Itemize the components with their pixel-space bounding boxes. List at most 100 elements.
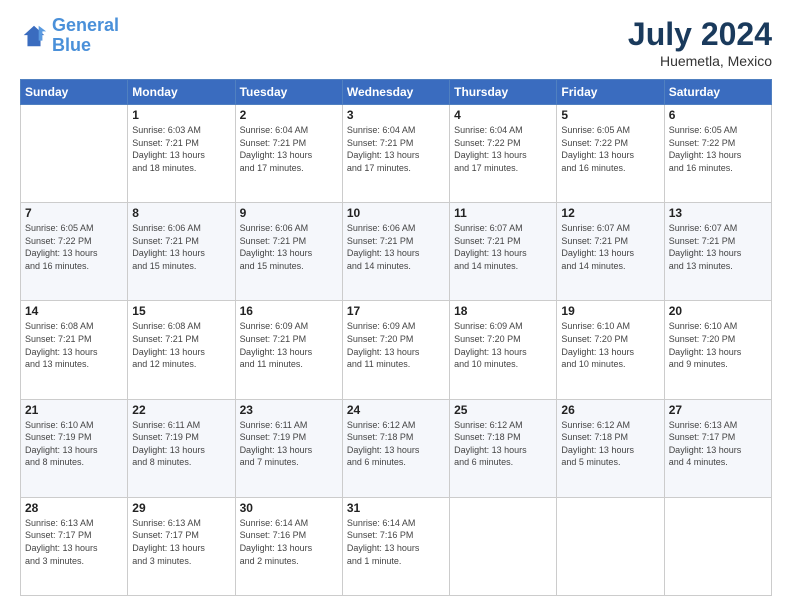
day-info: Sunrise: 6:09 AM Sunset: 7:21 PM Dayligh… (240, 320, 338, 370)
day-number: 30 (240, 501, 338, 515)
day-info: Sunrise: 6:06 AM Sunset: 7:21 PM Dayligh… (347, 222, 445, 272)
weekday-header-sunday: Sunday (21, 80, 128, 105)
day-number: 12 (561, 206, 659, 220)
day-info: Sunrise: 6:04 AM Sunset: 7:22 PM Dayligh… (454, 124, 552, 174)
day-number: 27 (669, 403, 767, 417)
day-info: Sunrise: 6:04 AM Sunset: 7:21 PM Dayligh… (240, 124, 338, 174)
calendar-cell: 13 Sunrise: 6:07 AM Sunset: 7:21 PM Dayli… (664, 203, 771, 301)
day-info: Sunrise: 6:06 AM Sunset: 7:21 PM Dayligh… (240, 222, 338, 272)
weekday-header-monday: Monday (128, 80, 235, 105)
calendar-cell: 19Sunrise: 6:10 AM Sunset: 7:20 PM Dayli… (557, 301, 664, 399)
calendar-cell: 1 Sunrise: 6:03 AM Sunset: 7:21 PM Daylig… (128, 105, 235, 203)
day-number: 6 (669, 108, 767, 122)
calendar-cell (21, 105, 128, 203)
calendar-cell (664, 497, 771, 595)
day-number: 13 (669, 206, 767, 220)
day-number: 11 (454, 206, 552, 220)
weekday-header-thursday: Thursday (450, 80, 557, 105)
day-info: Sunrise: 6:14 AM Sunset: 7:16 PM Dayligh… (347, 517, 445, 567)
day-number: 26 (561, 403, 659, 417)
calendar-cell: 9 Sunrise: 6:06 AM Sunset: 7:21 PM Daylig… (235, 203, 342, 301)
month-year: July 2024 (628, 16, 772, 53)
day-number: 7 (25, 206, 123, 220)
day-number: 9 (240, 206, 338, 220)
calendar-cell: 8Sunrise: 6:06 AM Sunset: 7:21 PM Daylig… (128, 203, 235, 301)
day-info: Sunrise: 6:08 AM Sunset: 7:21 PM Dayligh… (25, 320, 123, 370)
day-info: Sunrise: 6:13 AM Sunset: 7:17 PM Dayligh… (25, 517, 123, 567)
day-info: Sunrise: 6:08 AM Sunset: 7:21 PM Dayligh… (132, 320, 230, 370)
day-info: Sunrise: 6:13 AM Sunset: 7:17 PM Dayligh… (132, 517, 230, 567)
day-info: Sunrise: 6:13 AM Sunset: 7:17 PM Dayligh… (669, 419, 767, 469)
calendar-cell: 25 Sunrise: 6:12 AM Sunset: 7:18 PM Dayli… (450, 399, 557, 497)
day-number: 21 (25, 403, 123, 417)
calendar-cell: 6 Sunrise: 6:05 AM Sunset: 7:22 PM Daylig… (664, 105, 771, 203)
day-info: Sunrise: 6:07 AM Sunset: 7:21 PM Dayligh… (561, 222, 659, 272)
day-number: 15 (132, 304, 230, 318)
day-info: Sunrise: 6:05 AM Sunset: 7:22 PM Dayligh… (561, 124, 659, 174)
calendar-cell (557, 497, 664, 595)
day-number: 16 (240, 304, 338, 318)
calendar-cell: 22 Sunrise: 6:11 AM Sunset: 7:19 PM Dayli… (128, 399, 235, 497)
day-info: Sunrise: 6:12 AM Sunset: 7:18 PM Dayligh… (454, 419, 552, 469)
day-number: 4 (454, 108, 552, 122)
day-info: Sunrise: 6:12 AM Sunset: 7:18 PM Dayligh… (561, 419, 659, 469)
day-number: 25 (454, 403, 552, 417)
day-number: 24 (347, 403, 445, 417)
calendar-cell: 29 Sunrise: 6:13 AM Sunset: 7:17 PM Dayli… (128, 497, 235, 595)
day-info: Sunrise: 6:04 AM Sunset: 7:21 PM Dayligh… (347, 124, 445, 174)
day-number: 19 (561, 304, 659, 318)
calendar-week-row: 14 Sunrise: 6:08 AM Sunset: 7:21 PM Dayli… (21, 301, 772, 399)
day-info: Sunrise: 6:03 AM Sunset: 7:21 PM Dayligh… (132, 124, 230, 174)
calendar-cell: 21 Sunrise: 6:10 AM Sunset: 7:19 PM Dayli… (21, 399, 128, 497)
calendar-week-row: 21 Sunrise: 6:10 AM Sunset: 7:19 PM Dayli… (21, 399, 772, 497)
day-info: Sunrise: 6:05 AM Sunset: 7:22 PM Dayligh… (669, 124, 767, 174)
calendar-cell: 10 Sunrise: 6:06 AM Sunset: 7:21 PM Dayli… (342, 203, 449, 301)
day-number: 5 (561, 108, 659, 122)
day-number: 31 (347, 501, 445, 515)
day-info: Sunrise: 6:09 AM Sunset: 7:20 PM Dayligh… (347, 320, 445, 370)
calendar-cell: 15 Sunrise: 6:08 AM Sunset: 7:21 PM Dayli… (128, 301, 235, 399)
day-number: 18 (454, 304, 552, 318)
logo-text: General Blue (52, 16, 119, 56)
day-info: Sunrise: 6:11 AM Sunset: 7:19 PM Dayligh… (132, 419, 230, 469)
day-info: Sunrise: 6:10 AM Sunset: 7:20 PM Dayligh… (669, 320, 767, 370)
calendar-cell: 16 Sunrise: 6:09 AM Sunset: 7:21 PM Dayli… (235, 301, 342, 399)
day-info: Sunrise: 6:05 AM Sunset: 7:22 PM Dayligh… (25, 222, 123, 272)
calendar-cell: 31 Sunrise: 6:14 AM Sunset: 7:16 PM Dayli… (342, 497, 449, 595)
day-info: Sunrise: 6:10 AM Sunset: 7:19 PM Dayligh… (25, 419, 123, 469)
calendar-cell: 17Sunrise: 6:09 AM Sunset: 7:20 PM Dayli… (342, 301, 449, 399)
day-number: 2 (240, 108, 338, 122)
day-number: 23 (240, 403, 338, 417)
calendar-cell: 24 Sunrise: 6:12 AM Sunset: 7:18 PM Dayli… (342, 399, 449, 497)
weekday-header-tuesday: Tuesday (235, 80, 342, 105)
title-block: July 2024 Huemetla, Mexico (628, 16, 772, 69)
calendar-cell: 27 Sunrise: 6:13 AM Sunset: 7:17 PM Dayli… (664, 399, 771, 497)
calendar-cell: 18 Sunrise: 6:09 AM Sunset: 7:20 PM Dayli… (450, 301, 557, 399)
page: General Blue July 2024 Huemetla, Mexico … (0, 0, 792, 612)
calendar-cell: 5 Sunrise: 6:05 AM Sunset: 7:22 PM Daylig… (557, 105, 664, 203)
calendar-cell: 11Sunrise: 6:07 AM Sunset: 7:21 PM Dayli… (450, 203, 557, 301)
day-info: Sunrise: 6:09 AM Sunset: 7:20 PM Dayligh… (454, 320, 552, 370)
calendar-week-row: 7 Sunrise: 6:05 AM Sunset: 7:22 PM Daylig… (21, 203, 772, 301)
day-info: Sunrise: 6:07 AM Sunset: 7:21 PM Dayligh… (669, 222, 767, 272)
calendar-cell: 3Sunrise: 6:04 AM Sunset: 7:21 PM Daylig… (342, 105, 449, 203)
day-number: 29 (132, 501, 230, 515)
calendar-cell: 23Sunrise: 6:11 AM Sunset: 7:19 PM Dayli… (235, 399, 342, 497)
calendar-cell: 26 Sunrise: 6:12 AM Sunset: 7:18 PM Dayli… (557, 399, 664, 497)
weekday-header-saturday: Saturday (664, 80, 771, 105)
day-info: Sunrise: 6:06 AM Sunset: 7:21 PM Dayligh… (132, 222, 230, 272)
day-number: 10 (347, 206, 445, 220)
calendar-cell: 12 Sunrise: 6:07 AM Sunset: 7:21 PM Dayli… (557, 203, 664, 301)
day-number: 22 (132, 403, 230, 417)
header: General Blue July 2024 Huemetla, Mexico (20, 16, 772, 69)
day-info: Sunrise: 6:12 AM Sunset: 7:18 PM Dayligh… (347, 419, 445, 469)
day-number: 20 (669, 304, 767, 318)
calendar-week-row: 28Sunrise: 6:13 AM Sunset: 7:17 PM Dayli… (21, 497, 772, 595)
calendar-cell: 4 Sunrise: 6:04 AM Sunset: 7:22 PM Daylig… (450, 105, 557, 203)
calendar-cell: 20 Sunrise: 6:10 AM Sunset: 7:20 PM Dayli… (664, 301, 771, 399)
calendar-week-row: 1 Sunrise: 6:03 AM Sunset: 7:21 PM Daylig… (21, 105, 772, 203)
calendar-cell: 28Sunrise: 6:13 AM Sunset: 7:17 PM Dayli… (21, 497, 128, 595)
day-number: 1 (132, 108, 230, 122)
calendar-cell: 30Sunrise: 6:14 AM Sunset: 7:16 PM Dayli… (235, 497, 342, 595)
day-number: 14 (25, 304, 123, 318)
